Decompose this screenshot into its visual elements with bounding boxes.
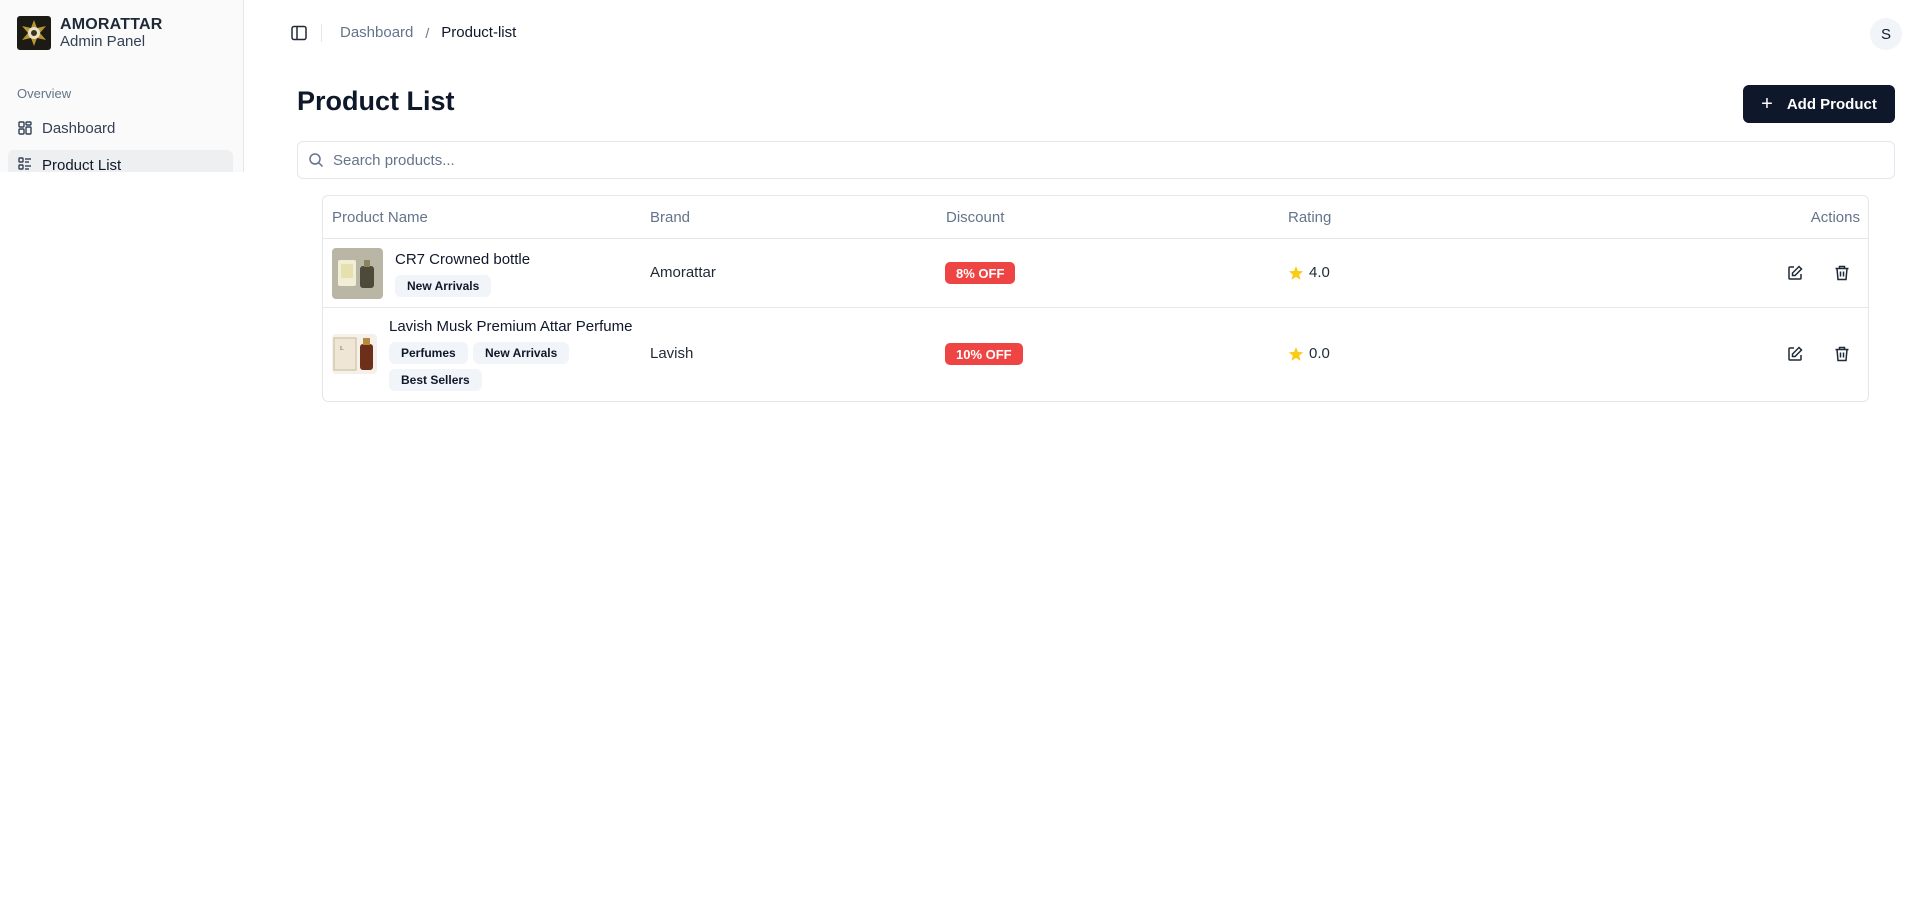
breadcrumb-current: Product-list bbox=[441, 24, 517, 41]
breadcrumb: Dashboard / Product-list bbox=[340, 24, 516, 41]
breadcrumb-separator: / bbox=[425, 24, 430, 41]
sidebar-item-product-list[interactable]: Product List bbox=[8, 150, 233, 174]
sidebar-item-dashboard[interactable]: Dashboard bbox=[8, 112, 233, 144]
delete-icon[interactable] bbox=[1833, 264, 1851, 282]
header-divider bbox=[321, 24, 322, 42]
breadcrumb-dashboard[interactable]: Dashboard bbox=[340, 24, 413, 41]
product-brand: Amorattar bbox=[650, 264, 716, 281]
product-rating: 0.0 bbox=[1288, 345, 1330, 362]
delete-icon[interactable] bbox=[1833, 345, 1851, 363]
grid-icon bbox=[18, 121, 32, 135]
rating-value: 4.0 bbox=[1309, 264, 1330, 281]
nav-group-label: Overview bbox=[17, 86, 72, 101]
search-icon bbox=[308, 152, 324, 168]
brand-logo bbox=[17, 16, 51, 50]
page-title: Product List bbox=[297, 86, 455, 116]
column-header-actions: Actions bbox=[1810, 209, 1860, 226]
product-tag: New Arrivals bbox=[473, 342, 570, 364]
product-brand: Lavish bbox=[650, 345, 694, 362]
sidebar-item-label: Product List bbox=[42, 157, 122, 174]
search-box[interactable] bbox=[297, 141, 1895, 179]
product-table: Product Name Brand Discount Rating Actio… bbox=[322, 195, 1869, 402]
table-header: Product Name Brand Discount Rating Actio… bbox=[323, 196, 1868, 239]
top-header: Dashboard / Product-list S bbox=[244, 0, 1920, 66]
rating-value: 0.0 bbox=[1309, 345, 1330, 362]
add-product-label: Add Product bbox=[1786, 95, 1877, 113]
add-product-button[interactable]: + Add Product bbox=[1743, 85, 1895, 123]
list-icon bbox=[18, 157, 32, 171]
sidebar: AMORATTAR Admin Panel Overview Dashboard… bbox=[0, 0, 244, 174]
product-name[interactable]: CR7 Crowned bottle bbox=[395, 251, 530, 268]
discount-badge: 10% OFF bbox=[945, 343, 1023, 365]
column-header-discount[interactable]: Discount bbox=[946, 209, 1004, 226]
product-rating: 4.0 bbox=[1288, 264, 1330, 281]
product-tag: New Arrivals bbox=[395, 275, 492, 297]
edit-icon[interactable] bbox=[1786, 345, 1804, 363]
column-header-product-name[interactable]: Product Name bbox=[332, 209, 428, 226]
sidebar-item-label: Dashboard bbox=[42, 119, 116, 137]
star-icon bbox=[1288, 346, 1304, 362]
brand-subtitle: Admin Panel bbox=[60, 33, 146, 50]
column-header-rating[interactable]: Rating bbox=[1288, 209, 1331, 226]
product-thumbnail bbox=[332, 248, 383, 299]
product-tag: Perfumes bbox=[389, 342, 468, 364]
edit-icon[interactable] bbox=[1786, 264, 1804, 282]
table-row: CR7 Crowned bottle New Arrivals Amoratta… bbox=[323, 239, 1868, 308]
table-row: L Lavish Musk Premium Attar Perfume Perf… bbox=[323, 308, 1868, 400]
sidebar-toggle-icon[interactable] bbox=[290, 24, 308, 42]
column-header-brand[interactable]: Brand bbox=[650, 209, 690, 226]
brand-name: AMORATTAR bbox=[60, 16, 163, 33]
star-icon bbox=[1288, 265, 1304, 281]
brand[interactable]: AMORATTAR Admin Panel bbox=[17, 16, 163, 50]
search-input[interactable] bbox=[333, 151, 1894, 169]
product-name[interactable]: Lavish Musk Premium Attar Perfume bbox=[389, 318, 632, 335]
svg-text:L: L bbox=[340, 346, 344, 352]
user-avatar[interactable]: S bbox=[1870, 18, 1902, 50]
plus-icon: + bbox=[1761, 93, 1773, 115]
product-tag: Best Sellers bbox=[389, 369, 482, 391]
product-thumbnail: L bbox=[332, 334, 377, 374]
discount-badge: 8% OFF bbox=[945, 262, 1016, 284]
